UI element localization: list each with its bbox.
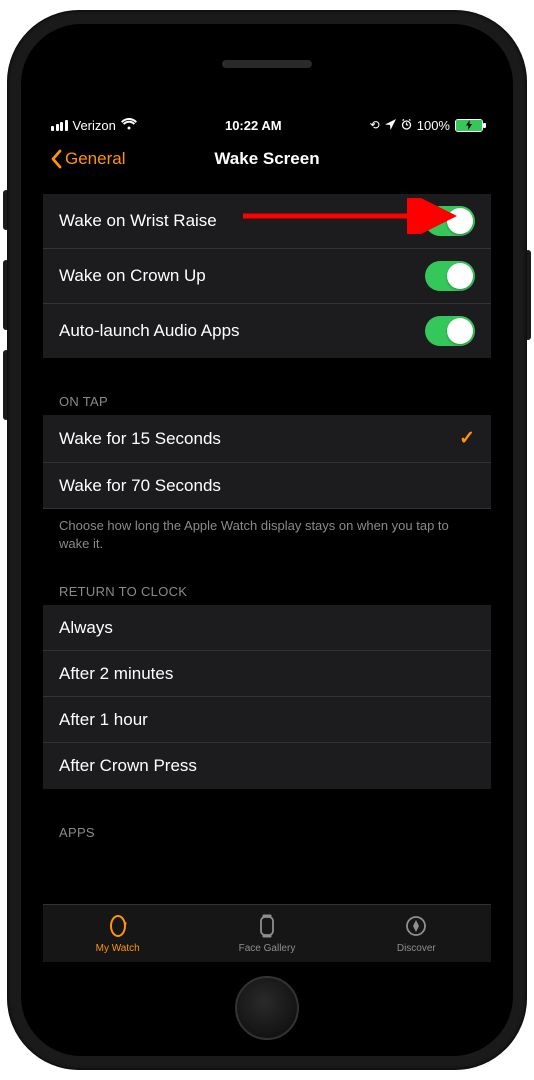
row-wake-15[interactable]: Wake for 15 Seconds ✓ [43, 415, 491, 463]
back-label: General [65, 149, 125, 169]
on-tap-footer: Choose how long the Apple Watch display … [43, 509, 491, 556]
row-label: After 2 minutes [59, 664, 173, 684]
toggle-auto-launch-audio[interactable] [425, 316, 475, 346]
row-label: After 1 hour [59, 710, 148, 730]
row-always[interactable]: Always [43, 605, 491, 651]
on-tap-header: ON TAP [43, 388, 491, 415]
row-label: Wake for 15 Seconds [59, 429, 221, 449]
nav-bar: General Wake Screen [43, 138, 491, 180]
tab-label: Face Gallery [239, 943, 296, 954]
return-clock-group: RETURN TO CLOCK Always After 2 minutes A… [43, 578, 491, 789]
on-tap-group: ON TAP Wake for 15 Seconds ✓ Wake for 70… [43, 388, 491, 556]
wifi-icon [121, 118, 137, 133]
status-time: 10:22 AM [225, 118, 282, 133]
tab-label: Discover [397, 943, 436, 954]
orientation-lock-icon: ⟲ [370, 118, 380, 132]
toggle-group: Wake on Wrist Raise [43, 194, 491, 358]
apps-group: APPS [43, 819, 491, 846]
face-gallery-icon [254, 914, 280, 941]
location-icon [385, 118, 396, 133]
apps-header: APPS [43, 819, 491, 846]
checkmark-icon: ✓ [459, 427, 475, 450]
status-bar: Verizon 10:22 AM ⟲ 100% [43, 112, 491, 138]
carrier-label: Verizon [73, 118, 116, 133]
row-label: After Crown Press [59, 756, 197, 776]
chevron-left-icon [49, 149, 63, 169]
home-button[interactable] [235, 976, 299, 1040]
battery-percent: 100% [417, 118, 450, 133]
toggle-wake-wrist-raise[interactable] [425, 206, 475, 236]
row-label: Wake on Crown Up [59, 266, 206, 286]
return-clock-header: RETURN TO CLOCK [43, 578, 491, 605]
screen: Verizon 10:22 AM ⟲ 100% [43, 112, 491, 962]
row-after-crown-press[interactable]: After Crown Press [43, 743, 491, 789]
tab-bar: My Watch Face Gallery Discover [43, 904, 491, 962]
phone-frame: Verizon 10:22 AM ⟲ 100% [7, 10, 527, 1070]
watch-icon [105, 914, 131, 941]
row-wake-wrist-raise[interactable]: Wake on Wrist Raise [43, 194, 491, 249]
row-wake-70[interactable]: Wake for 70 Seconds [43, 463, 491, 509]
row-label: Wake on Wrist Raise [59, 211, 217, 231]
row-wake-crown-up[interactable]: Wake on Crown Up [43, 249, 491, 304]
tab-my-watch[interactable]: My Watch [43, 905, 192, 962]
row-label: Wake for 70 Seconds [59, 476, 221, 496]
row-auto-launch-audio[interactable]: Auto-launch Audio Apps [43, 304, 491, 358]
content-scroll[interactable]: Wake on Wrist Raise [43, 180, 491, 904]
row-after-2-min[interactable]: After 2 minutes [43, 651, 491, 697]
battery-icon [455, 119, 483, 132]
row-after-1-hour[interactable]: After 1 hour [43, 697, 491, 743]
tab-face-gallery[interactable]: Face Gallery [192, 905, 341, 962]
row-label: Auto-launch Audio Apps [59, 321, 240, 341]
page-title: Wake Screen [214, 149, 319, 169]
tab-discover[interactable]: Discover [342, 905, 491, 962]
tab-label: My Watch [96, 943, 140, 954]
back-button[interactable]: General [49, 149, 125, 169]
signal-icon [51, 120, 68, 131]
row-label: Always [59, 618, 113, 638]
alarm-icon [401, 118, 412, 133]
compass-icon [403, 914, 429, 941]
phone-speaker [222, 60, 312, 68]
toggle-wake-crown-up[interactable] [425, 261, 475, 291]
